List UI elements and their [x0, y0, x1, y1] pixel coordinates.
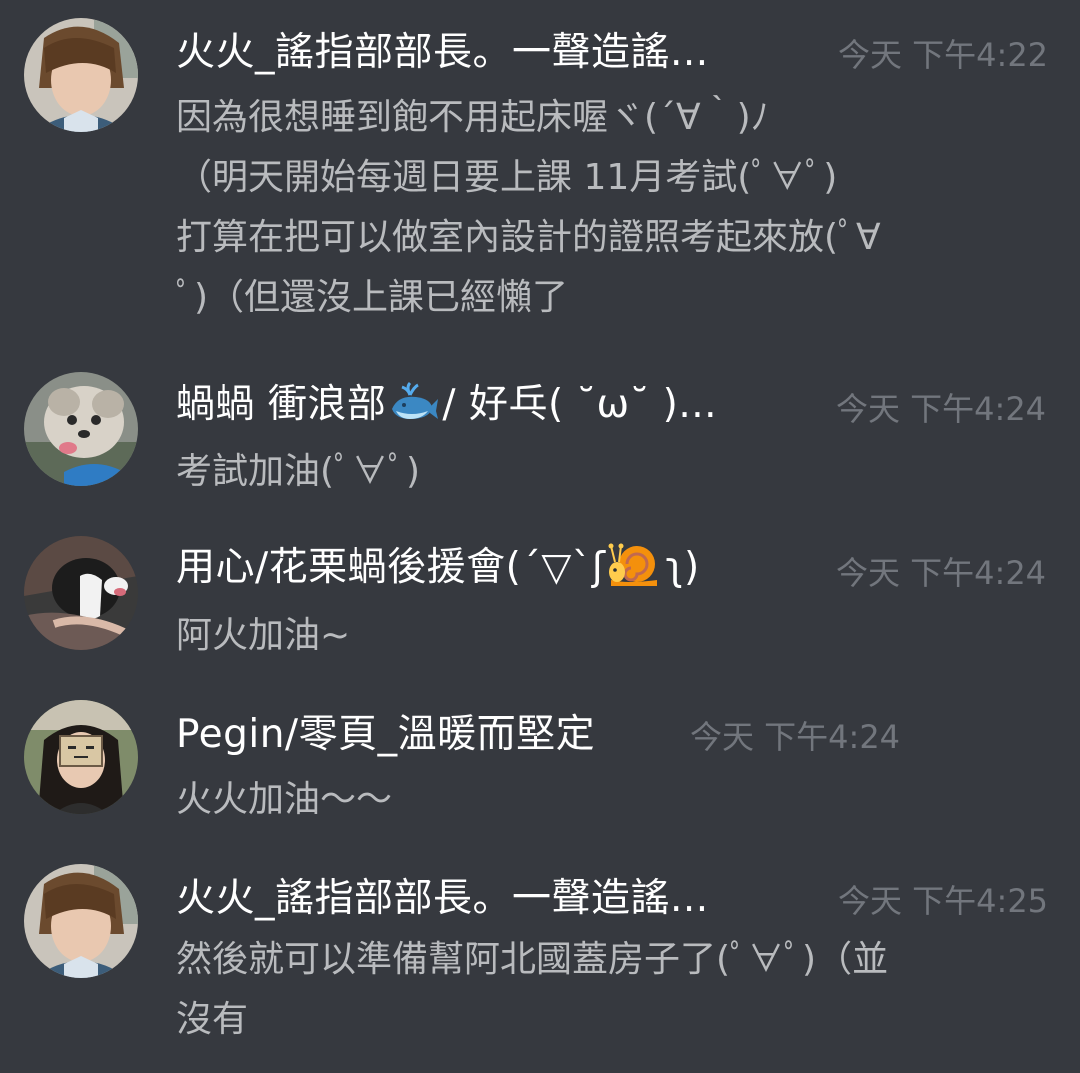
- message-text-line: 因為很想睡到飽不用起床喔ヾ(´∀｀)ﾉ: [176, 97, 769, 138]
- message-item: 用心/花栗蝸後援會(´▽`ʃ ʅ) 今天 下午4:24 阿火加油~: [0, 536, 1080, 666]
- username[interactable]: 火火_謠指部部長。一聲造謠...: [176, 867, 709, 923]
- message-content: 阿火加油~: [176, 606, 1016, 666]
- message-item: Pegin/零頁_溫暖而堅定 今天 下午4:24 火火加油～～: [0, 700, 1080, 830]
- message-text-line: （明天開始每週日要上課 11月考試(ﾟ∀ﾟ): [176, 157, 838, 198]
- username[interactable]: 蝸蝸 衝浪部 / 好乓( ˘ω˘ )...: [176, 373, 717, 434]
- message-content: 然後就可以準備幫阿北國蓋房子了(ﾟ∀ﾟ)（並 沒有: [176, 930, 1016, 1050]
- avatar-image: [24, 372, 138, 486]
- timestamp: 今天 下午4:24: [690, 718, 901, 756]
- username-text: 蝸蝸 衝浪部: [176, 381, 387, 427]
- username[interactable]: Pegin/零頁_溫暖而堅定: [176, 703, 595, 759]
- user-avatar[interactable]: [24, 18, 138, 132]
- avatar-image: [24, 536, 138, 650]
- snail-icon: [607, 540, 663, 598]
- user-avatar[interactable]: [24, 700, 138, 814]
- username[interactable]: 火火_謠指部部長。一聲造謠...: [176, 21, 709, 77]
- user-avatar[interactable]: [24, 372, 138, 486]
- avatar-image: [24, 700, 138, 814]
- user-avatar[interactable]: [24, 536, 138, 650]
- whale-icon: [388, 379, 440, 433]
- message-header: 蝸蝸 衝浪部 / 好乓( ˘ω˘ )...: [176, 372, 717, 434]
- user-avatar[interactable]: [24, 864, 138, 978]
- username[interactable]: 用心/花栗蝸後援會(´▽`ʃ ʅ): [176, 536, 700, 599]
- message-text-line: 打算在把可以做室內設計的證照考起來放(ﾟ∀: [176, 217, 881, 258]
- message-text-line: 阿火加油~: [176, 615, 351, 656]
- message-header: 用心/花栗蝸後援會(´▽`ʃ ʅ): [176, 536, 700, 598]
- message-header: 火火_謠指部部長。一聲造謠...: [176, 18, 709, 80]
- message-text-line: ﾟ)（但還沒上課已經懶了: [176, 277, 569, 318]
- message-content: 考試加油(ﾟ∀ﾟ): [176, 442, 1016, 502]
- avatar-image: [24, 864, 138, 978]
- timestamp: 今天 下午4:24: [836, 554, 1047, 592]
- timestamp: 今天 下午4:22: [838, 36, 1049, 74]
- avatar-image: [24, 18, 138, 132]
- message-content: 因為很想睡到飽不用起床喔ヾ(´∀｀)ﾉ （明天開始每週日要上課 11月考試(ﾟ∀…: [176, 88, 1016, 328]
- timestamp: 今天 下午4:24: [836, 390, 1047, 428]
- message-item: 火火_謠指部部長。一聲造謠... 今天 下午4:22 因為很想睡到飽不用起床喔ヾ…: [0, 18, 1080, 338]
- message-text-line: 考試加油(ﾟ∀ﾟ): [176, 451, 421, 492]
- username-text: 用心/花栗蝸後援會(´▽`ʃ: [176, 544, 606, 590]
- timestamp: 今天 下午4:25: [838, 882, 1049, 920]
- message-text-line: 沒有: [176, 999, 249, 1040]
- message-item: 蝸蝸 衝浪部 / 好乓( ˘ω˘ )... 今天 下午4:24 考試加油(ﾟ∀ﾟ…: [0, 372, 1080, 502]
- message-header: Pegin/零頁_溫暖而堅定: [176, 700, 595, 762]
- message-text-line: 然後就可以準備幫阿北國蓋房子了(ﾟ∀ﾟ)（並: [176, 939, 889, 980]
- message-item: 火火_謠指部部長。一聲造謠... 今天 下午4:25 然後就可以準備幫阿北國蓋房…: [0, 864, 1080, 1064]
- username-text: / 好乓( ˘ω˘ )...: [442, 381, 718, 427]
- message-text-line: 火火加油～～: [176, 779, 393, 820]
- message-content: 火火加油～～: [176, 770, 1016, 830]
- username-text: ʅ): [665, 544, 700, 590]
- message-header: 火火_謠指部部長。一聲造謠...: [176, 864, 709, 926]
